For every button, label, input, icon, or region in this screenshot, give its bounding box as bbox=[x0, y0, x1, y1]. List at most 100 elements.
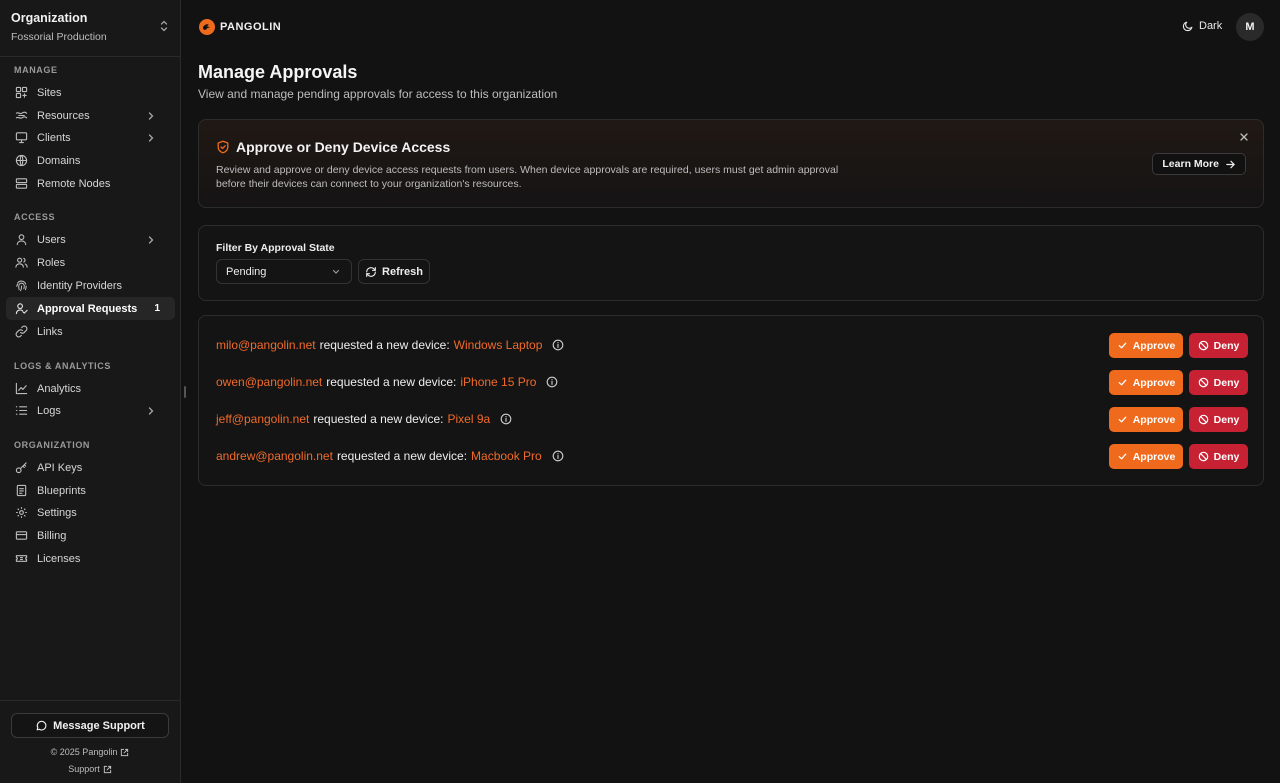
info-icon[interactable] bbox=[552, 339, 564, 351]
sidebar-item-label: Settings bbox=[37, 506, 77, 519]
external-link-icon bbox=[103, 765, 112, 774]
approval-state-value: Pending bbox=[226, 265, 267, 278]
sidebar-item-remote-nodes[interactable]: Remote Nodes bbox=[6, 172, 175, 195]
sidebar-item-label: Clients bbox=[37, 131, 71, 144]
org-switcher[interactable]: Organization Fossorial Production bbox=[0, 0, 180, 57]
brand-logo[interactable]: PANGOLIN bbox=[198, 18, 281, 36]
sidebar-item-api-keys[interactable]: API Keys bbox=[6, 456, 175, 479]
list-item: owen@pangolin.net requested a new device… bbox=[216, 370, 1248, 396]
sidebar-resize-handle[interactable] bbox=[184, 386, 186, 398]
sidebar-item-licenses[interactable]: Licenses bbox=[6, 547, 175, 570]
list-item: milo@pangolin.net requested a new device… bbox=[216, 333, 1248, 359]
request-device[interactable]: Windows Laptop bbox=[454, 338, 543, 352]
monitor-icon bbox=[15, 131, 28, 144]
approve-button[interactable]: Approve bbox=[1109, 370, 1183, 395]
approve-button[interactable]: Approve bbox=[1109, 333, 1183, 358]
deny-label: Deny bbox=[1213, 339, 1240, 352]
sidebar-item-label: Approval Requests bbox=[37, 302, 138, 315]
sidebar-item-label: Remote Nodes bbox=[37, 177, 111, 190]
user-avatar[interactable]: M bbox=[1236, 13, 1264, 41]
chevrons-up-down-icon bbox=[159, 20, 169, 32]
user-icon bbox=[15, 233, 28, 246]
message-support-label: Message Support bbox=[53, 719, 145, 732]
deny-button[interactable]: Deny bbox=[1189, 407, 1248, 432]
list-item: andrew@pangolin.net requested a new devi… bbox=[216, 444, 1248, 470]
chevron-down-icon bbox=[331, 268, 341, 276]
deny-label: Deny bbox=[1213, 450, 1240, 463]
sidebar-item-resources[interactable]: Resources bbox=[6, 104, 175, 127]
sidebar-item-logs[interactable]: Logs bbox=[6, 399, 175, 422]
sidebar-item-label: Blueprints bbox=[37, 484, 86, 497]
moon-icon bbox=[1182, 20, 1194, 32]
sidebar-item-identity-providers[interactable]: Identity Providers bbox=[6, 274, 175, 297]
deny-label: Deny bbox=[1213, 376, 1240, 389]
request-device[interactable]: iPhone 15 Pro bbox=[460, 375, 536, 389]
sidebar-item-links[interactable]: Links bbox=[6, 320, 175, 343]
deny-button[interactable]: Deny bbox=[1189, 444, 1248, 469]
sidebar-item-approval-requests[interactable]: Approval Requests 1 bbox=[6, 297, 175, 320]
request-email[interactable]: jeff@pangolin.net bbox=[216, 412, 309, 426]
chart-line-icon bbox=[15, 382, 28, 395]
copyright-text: © 2025 Pangolin bbox=[50, 747, 118, 757]
approve-button[interactable]: Approve bbox=[1109, 444, 1183, 469]
request-email[interactable]: andrew@pangolin.net bbox=[216, 449, 333, 463]
sidebar-item-billing[interactable]: Billing bbox=[6, 524, 175, 547]
approval-state-select[interactable]: Pending bbox=[216, 259, 352, 284]
sidebar-item-roles[interactable]: Roles bbox=[6, 251, 175, 274]
request-device[interactable]: Pixel 9a bbox=[447, 412, 490, 426]
check-icon bbox=[1117, 340, 1128, 351]
chevron-right-icon bbox=[144, 131, 157, 144]
approve-label: Approve bbox=[1132, 339, 1176, 352]
sidebar-item-label: Resources bbox=[37, 109, 90, 122]
sidebar-item-settings[interactable]: Settings bbox=[6, 501, 175, 524]
info-icon[interactable] bbox=[552, 450, 564, 462]
sidebar-item-sites[interactable]: Sites bbox=[6, 81, 175, 104]
refresh-icon bbox=[365, 266, 377, 278]
info-icon[interactable] bbox=[500, 413, 512, 425]
copyright-link[interactable]: © 2025 Pangolin bbox=[0, 747, 180, 757]
close-icon[interactable] bbox=[1239, 132, 1249, 142]
sidebar-item-domains[interactable]: Domains bbox=[6, 149, 175, 172]
sidebar-item-clients[interactable]: Clients bbox=[6, 126, 175, 149]
request-email[interactable]: milo@pangolin.net bbox=[216, 338, 316, 352]
approve-button[interactable]: Approve bbox=[1109, 407, 1183, 432]
sidebar-item-users[interactable]: Users bbox=[6, 228, 175, 251]
sidebar-item-blueprints[interactable]: Blueprints bbox=[6, 479, 175, 502]
user-check-icon bbox=[15, 302, 28, 315]
banner-title: Approve or Deny Device Access bbox=[236, 139, 451, 155]
deny-button[interactable]: Deny bbox=[1189, 333, 1248, 358]
request-device[interactable]: Macbook Pro bbox=[471, 449, 542, 463]
request-mid-text: requested a new device: bbox=[326, 375, 457, 389]
request-mid-text: requested a new device: bbox=[319, 338, 450, 352]
info-icon[interactable] bbox=[546, 376, 558, 388]
sidebar-item-label: Roles bbox=[37, 256, 66, 269]
refresh-button[interactable]: Refresh bbox=[358, 259, 430, 284]
chevron-right-icon bbox=[144, 404, 157, 417]
learn-more-button[interactable]: Learn More bbox=[1152, 153, 1246, 175]
support-link[interactable]: Support bbox=[0, 764, 180, 774]
sidebar: Organization Fossorial Production MANAGE… bbox=[0, 0, 181, 783]
filter-label: Filter By Approval State bbox=[216, 242, 335, 254]
message-support-button[interactable]: Message Support bbox=[11, 713, 169, 738]
sidebar-item-analytics[interactable]: Analytics bbox=[6, 377, 175, 400]
credit-card-icon bbox=[15, 529, 28, 542]
deny-label: Deny bbox=[1213, 413, 1240, 426]
request-email[interactable]: owen@pangolin.net bbox=[216, 375, 322, 389]
users-icon bbox=[15, 256, 28, 269]
support-link-text: Support bbox=[68, 764, 100, 774]
device-access-banner: Approve or Deny Device Access Review and… bbox=[198, 119, 1264, 208]
sidebar-item-label: Domains bbox=[37, 154, 81, 167]
chevron-right-icon bbox=[144, 233, 157, 246]
sidebar-item-label: Billing bbox=[37, 529, 67, 542]
section-manage: MANAGE bbox=[14, 65, 58, 75]
ban-icon bbox=[1198, 414, 1209, 425]
refresh-label: Refresh bbox=[382, 265, 423, 278]
external-link-icon bbox=[120, 748, 129, 757]
brand-name: PANGOLIN bbox=[220, 21, 282, 33]
message-circle-icon bbox=[35, 720, 47, 732]
banner-title-row: Approve or Deny Device Access bbox=[216, 139, 450, 155]
org-label: Organization bbox=[11, 11, 88, 25]
theme-toggle-button[interactable]: Dark bbox=[1182, 20, 1222, 32]
deny-button[interactable]: Deny bbox=[1189, 370, 1248, 395]
key-icon bbox=[15, 461, 28, 474]
